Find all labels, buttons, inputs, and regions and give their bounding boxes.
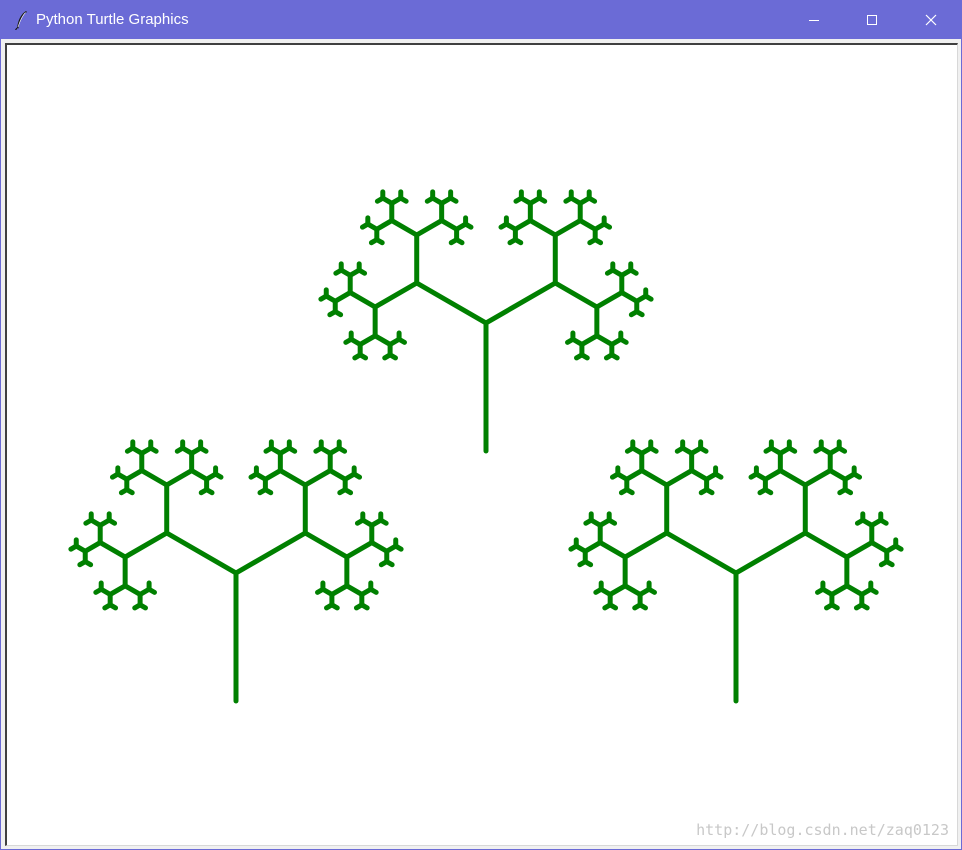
feather-icon bbox=[15, 11, 27, 30]
close-button[interactable] bbox=[902, 1, 960, 39]
turtle-window: Python Turtle Graphics http://blog.csdn.… bbox=[0, 0, 962, 850]
tree-right bbox=[568, 439, 904, 704]
close-icon bbox=[925, 14, 937, 26]
tree-top bbox=[318, 189, 654, 454]
window-title: Python Turtle Graphics bbox=[36, 11, 189, 28]
turtle-canvas[interactable]: http://blog.csdn.net/zaq0123 bbox=[5, 43, 958, 846]
tree-left bbox=[68, 439, 404, 704]
minimize-icon bbox=[809, 20, 819, 21]
fractal-tree-drawing bbox=[68, 189, 904, 704]
minimize-button[interactable] bbox=[785, 1, 843, 39]
title-bar[interactable]: Python Turtle Graphics bbox=[1, 1, 961, 39]
maximize-button[interactable] bbox=[843, 1, 901, 39]
maximize-icon bbox=[867, 15, 877, 25]
watermark-text: http://blog.csdn.net/zaq0123 bbox=[696, 821, 949, 839]
